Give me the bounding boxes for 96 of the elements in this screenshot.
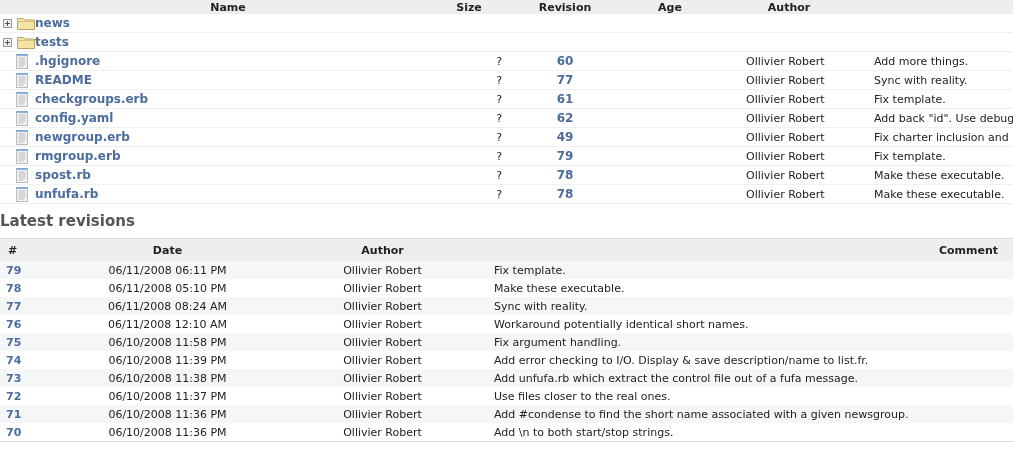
file-size: ? <box>496 54 502 68</box>
author-name: Ollivier Robert <box>746 111 825 125</box>
author-name: Ollivier Robert <box>746 187 825 201</box>
revision-link[interactable]: 78 <box>556 168 574 182</box>
revision-date: 06/10/2008 11:38 PM <box>107 371 228 385</box>
file-link[interactable]: checkgroups.erb <box>33 92 149 106</box>
file-link[interactable]: config.yaml <box>33 111 114 125</box>
author-name: Ollivier Robert <box>342 425 423 439</box>
column-header: Date <box>151 243 184 257</box>
commit-comment: Fix template. <box>874 149 946 163</box>
author-name: Ollivier Robert <box>342 353 423 367</box>
author-name: Ollivier Robert <box>342 407 423 421</box>
revision-date: 06/10/2008 11:58 PM <box>107 335 228 349</box>
column-header: Comment <box>937 243 999 257</box>
column-header: Size <box>455 0 483 14</box>
column-header: # <box>7 243 19 257</box>
column-header: Author <box>766 0 812 14</box>
file-link[interactable]: newgroup.erb <box>33 130 130 144</box>
commit-comment: Add #condense to find the short name associated with a given newsgroup. <box>493 407 910 421</box>
revision-link[interactable]: 71 <box>0 407 22 421</box>
revision-link[interactable]: 77 <box>556 73 574 87</box>
commit-comment: Sync with reality. <box>493 299 589 313</box>
file-size: ? <box>496 187 502 201</box>
revision-date: 06/11/2008 08:24 AM <box>106 299 229 313</box>
revision-date: 06/10/2008 11:36 PM <box>107 425 228 439</box>
commit-comment: Fix charter inclusion and <box>874 130 1009 144</box>
file-link[interactable]: rmgroup.erb <box>33 149 121 163</box>
file-link[interactable]: news <box>33 16 70 30</box>
revision-link[interactable]: 72 <box>0 389 22 403</box>
revision-link[interactable]: 79 <box>0 263 22 277</box>
commit-comment: Workaround potentially identical short names. <box>493 317 750 331</box>
file-size: ? <box>496 168 502 182</box>
author-name: Ollivier Robert <box>342 263 423 277</box>
commit-comment: Fix template. <box>493 263 567 277</box>
author-name: Ollivier Robert <box>342 281 423 295</box>
commit-comment: Add more things. <box>874 54 969 68</box>
revision-date: 06/10/2008 11:39 PM <box>107 353 228 367</box>
file-link[interactable]: .hgignore <box>33 54 101 68</box>
author-name: Ollivier Robert <box>746 92 825 106</box>
commit-comment: Make these executable. <box>874 168 1005 182</box>
revision-date: 06/11/2008 12:10 AM <box>106 317 229 331</box>
author-name: Ollivier Robert <box>342 317 423 331</box>
revision-date: 06/10/2008 11:37 PM <box>107 389 228 403</box>
commit-comment: Fix template. <box>874 92 946 106</box>
revision-link[interactable]: 74 <box>0 353 22 367</box>
column-header: Author <box>360 243 405 257</box>
revision-link[interactable]: 77 <box>0 299 22 313</box>
revision-link[interactable]: 62 <box>556 111 574 125</box>
revision-link[interactable]: 61 <box>556 92 574 106</box>
file-size: ? <box>496 130 502 144</box>
revision-link[interactable]: 75 <box>0 335 22 349</box>
expand-icon[interactable] <box>3 37 12 47</box>
folder-icon <box>17 16 35 30</box>
commit-comment: Add error checking to I/O. Display & save description/name to list.fr. <box>493 353 870 367</box>
commit-comment: Sync with reality. <box>874 73 968 87</box>
commit-comment: Add unfufa.rb which extract the control file out of a fufa message. <box>493 371 859 385</box>
revision-link[interactable]: 60 <box>556 54 574 68</box>
revision-link[interactable]: 78 <box>556 187 574 201</box>
section-heading: Latest revisions <box>0 211 136 232</box>
author-name: Ollivier Robert <box>746 149 825 163</box>
file-size: ? <box>496 92 502 106</box>
commit-comment: Add back "id". Use debug <box>874 111 1013 125</box>
author-name: Ollivier Robert <box>746 168 825 182</box>
revision-date: 06/10/2008 11:36 PM <box>107 407 228 421</box>
author-name: Ollivier Robert <box>342 299 423 313</box>
commit-comment: Add \n to both start/stop strings. <box>493 425 675 439</box>
commit-comment: Make these executable. <box>874 187 1005 201</box>
file-size: ? <box>496 111 502 125</box>
revision-link[interactable]: 78 <box>0 281 22 295</box>
file-size: ? <box>496 149 502 163</box>
revision-link[interactable]: 79 <box>556 149 574 163</box>
commit-comment: Make these executable. <box>493 281 626 295</box>
commit-comment: Fix argument handling. <box>493 335 623 349</box>
revision-link[interactable]: 49 <box>556 130 574 144</box>
author-name: Ollivier Robert <box>342 371 423 385</box>
revision-date: 06/11/2008 05:10 PM <box>107 281 228 295</box>
file-link[interactable]: README <box>33 73 92 87</box>
author-name: Ollivier Robert <box>342 389 423 403</box>
author-name: Ollivier Robert <box>746 130 825 144</box>
column-header: Name <box>209 0 247 14</box>
file-link[interactable]: spost.rb <box>33 168 91 182</box>
column-header: Revision <box>537 0 593 14</box>
commit-comment: Use files closer to the real ones. <box>493 389 672 403</box>
folder-icon <box>17 35 35 49</box>
column-header: Age <box>657 0 683 14</box>
file-size: ? <box>496 73 502 87</box>
file-link[interactable]: tests <box>33 35 69 49</box>
revision-link[interactable]: 70 <box>0 425 22 439</box>
author-name: Ollivier Robert <box>746 73 825 87</box>
revision-date: 06/11/2008 06:11 PM <box>107 263 228 277</box>
expand-icon[interactable] <box>3 18 12 28</box>
revision-link[interactable]: 73 <box>0 371 22 385</box>
file-link[interactable]: unfufa.rb <box>33 187 99 201</box>
author-name: Ollivier Robert <box>342 335 423 349</box>
revision-link[interactable]: 76 <box>0 317 22 331</box>
author-name: Ollivier Robert <box>746 54 825 68</box>
